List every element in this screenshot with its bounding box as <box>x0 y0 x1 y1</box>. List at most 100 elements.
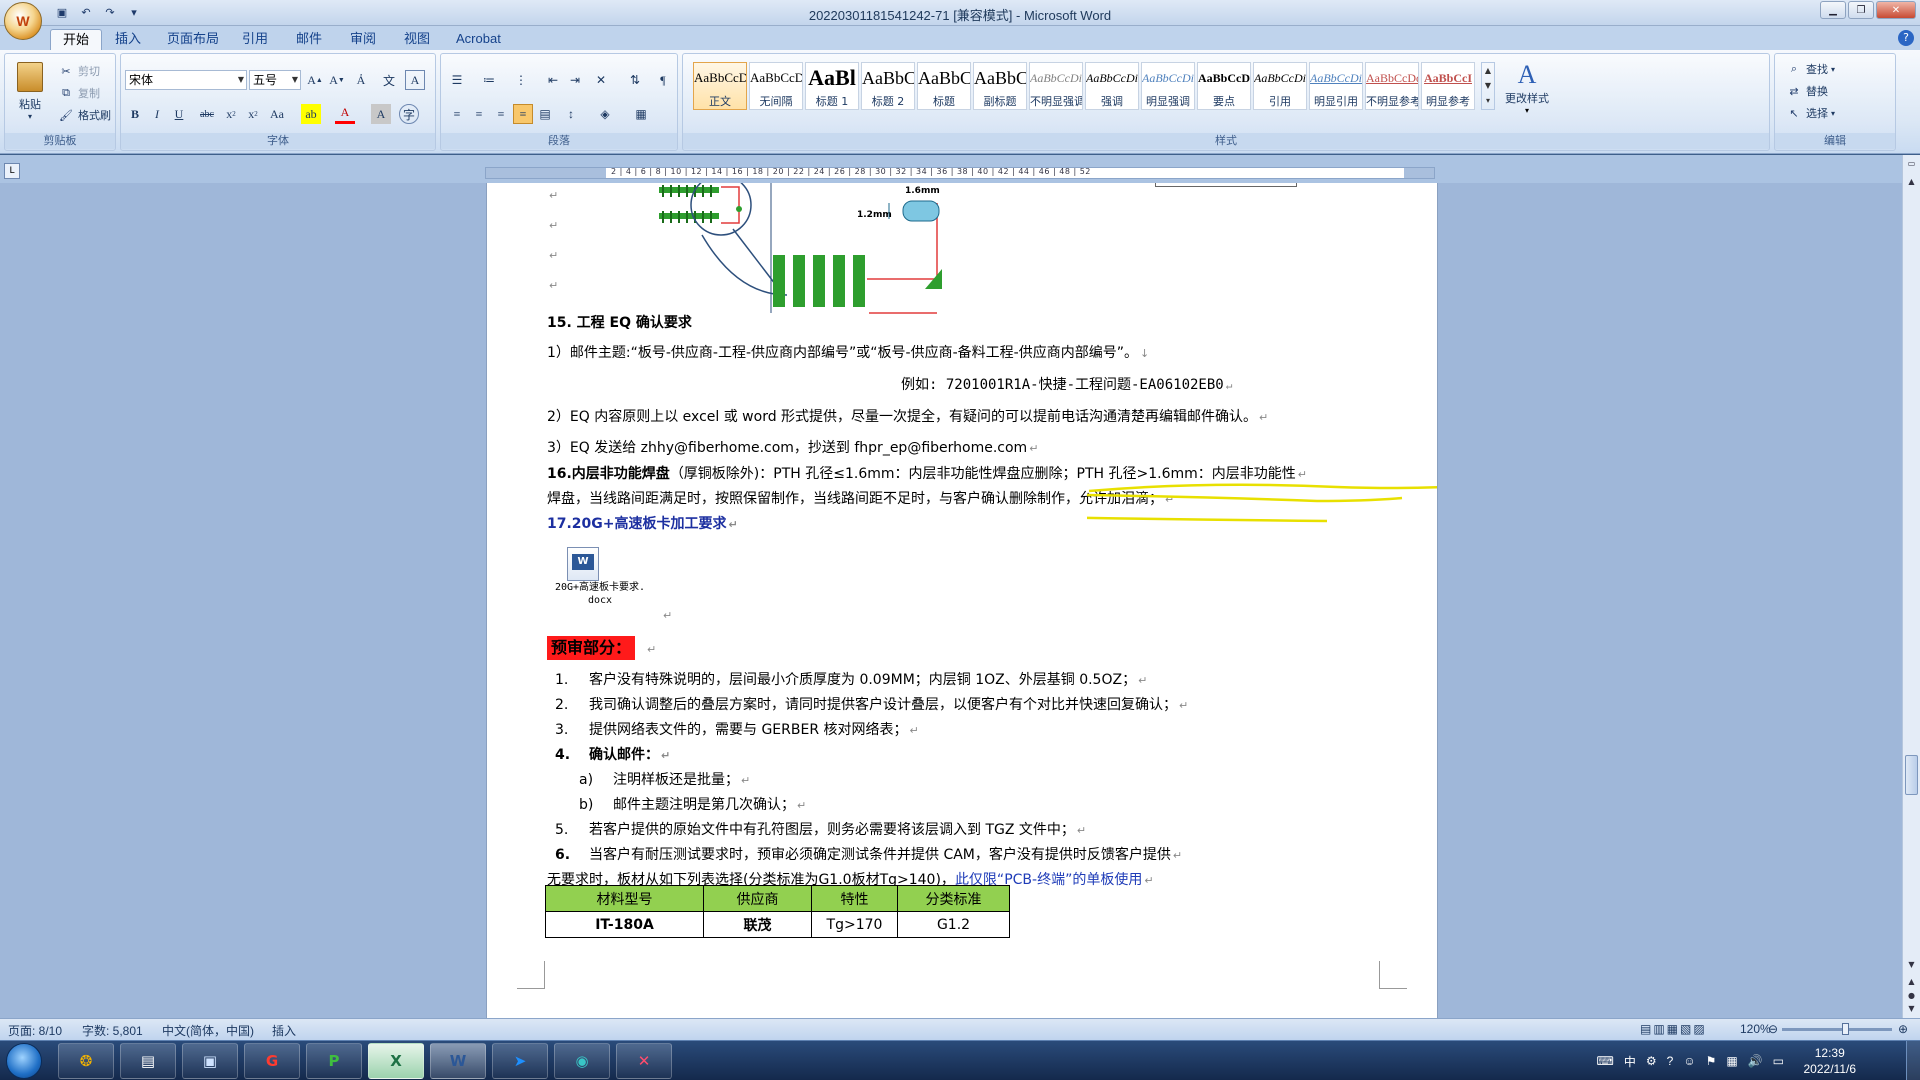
tab-insert[interactable]: 插入 <box>103 29 153 50</box>
styles-scroll[interactable]: ▲ ▼ ▾ <box>1481 62 1495 110</box>
grow-font-icon[interactable]: A ▲ <box>305 70 325 90</box>
zoom-level[interactable]: 120% <box>1740 1022 1771 1036</box>
table-cell[interactable]: Tg>170 <box>811 911 898 938</box>
bold-icon[interactable]: B <box>125 104 145 124</box>
volume-icon[interactable]: 🔊 <box>1748 1054 1763 1068</box>
style-heading-2[interactable]: AaBbC 标题 2 <box>861 62 915 110</box>
char-shading-icon[interactable]: A <box>371 104 391 124</box>
taskbar-app-green-icon[interactable]: P <box>306 1043 362 1079</box>
strikethrough-icon[interactable]: abc <box>197 104 217 124</box>
taskbar-app-save-icon[interactable]: ▣ <box>182 1043 238 1079</box>
word-count[interactable]: 字数: 5,801 <box>82 1022 143 1039</box>
style-heading-1[interactable]: AaBl 标题 1 <box>805 62 859 110</box>
embedded-word-file-icon[interactable]: W <box>567 547 599 581</box>
keyboard-icon[interactable]: ⌨ <box>1597 1054 1614 1068</box>
distributed-icon[interactable]: ▤ <box>535 104 555 124</box>
phonetic-guide-icon[interactable]: 文 <box>379 70 399 90</box>
view-buttons[interactable]: ▤▥▦▧▨ <box>1640 1022 1707 1036</box>
tab-home[interactable]: 开始 <box>50 29 103 50</box>
taskbar-app-shell-icon[interactable]: ❂ <box>58 1043 114 1079</box>
multilevel-list-icon[interactable]: ⋮ <box>511 70 531 90</box>
office-button[interactable]: W <box>4 2 42 40</box>
zoom-slider[interactable] <box>1782 1023 1892 1035</box>
style-no-spacing[interactable]: AaBbCcDc无间隔 <box>749 62 803 110</box>
taskbar-app-notepad-icon[interactable]: ▤ <box>120 1043 176 1079</box>
tab-acrobat[interactable]: Acrobat <box>444 29 513 50</box>
change-styles-button[interactable]: A 更改样式 ▾ <box>1501 60 1553 120</box>
subscript-icon[interactable]: x2 <box>221 104 241 124</box>
style-subtle-emphasis[interactable]: AaBbCcDi 不明显强调 <box>1029 62 1083 110</box>
zoom-in-icon[interactable]: ⊕ <box>1898 1022 1908 1036</box>
bullets-icon[interactable]: ☰ <box>447 70 467 90</box>
taskbar-app-blue-arrow-icon[interactable]: ➤ <box>492 1043 548 1079</box>
scroll-down-icon[interactable]: ▼ <box>1905 960 1918 974</box>
help-tray-icon[interactable]: ? <box>1667 1054 1674 1068</box>
help-icon[interactable]: ? <box>1898 30 1914 46</box>
scroll-up-icon[interactable]: ▲ <box>1905 177 1918 191</box>
embedded-file-name[interactable]: 20G+高速板卡要求. docx <box>545 581 655 607</box>
flag-icon[interactable]: ⚑ <box>1706 1054 1717 1068</box>
replace-button[interactable]: ⇄ 替换 <box>1785 82 1828 100</box>
font-color-icon[interactable]: A <box>335 104 355 124</box>
table-cell[interactable]: 联茂 <box>703 911 812 938</box>
find-button[interactable]: ⌕ 查找 ▾ <box>1785 60 1835 78</box>
taskbar-app-x-icon[interactable]: ✕ <box>616 1043 672 1079</box>
tab-view[interactable]: 视图 <box>392 29 442 50</box>
font-name-combo[interactable]: 宋体 ▼ <box>125 70 247 90</box>
vertical-scrollbar[interactable]: ▭ ▲ ▼ ▲ ● ▼ <box>1902 155 1920 1018</box>
maximize-button[interactable]: ❐ <box>1848 1 1874 19</box>
select-button[interactable]: ↖ 选择 ▾ <box>1785 104 1835 122</box>
style-normal[interactable]: AaBbCcDc正文 <box>693 62 747 110</box>
document-page[interactable]: 1.6mm 1.2mm ↵ ↵ ↵ ↵ 15. 工程 EQ 确认要求 1）邮件主… <box>486 183 1438 1018</box>
format-painter-button[interactable]: 🖌 格式刷 <box>57 106 111 124</box>
font-size-combo[interactable]: 五号 ▼ <box>249 70 301 90</box>
style-intense-quote[interactable]: AaBbCcDi 明显引用 <box>1309 62 1363 110</box>
scroll-thumb[interactable] <box>1905 755 1918 795</box>
next-page-icon[interactable]: ▼ <box>1905 1004 1918 1018</box>
shading-icon[interactable]: ◈ <box>595 104 615 124</box>
borders-icon[interactable]: ▦ <box>631 104 651 124</box>
show-desktop-button[interactable] <box>1906 1041 1920 1080</box>
style-subtle-reference[interactable]: AaBbCcDd 不明显参考 <box>1365 62 1419 110</box>
ruler-tab-selector[interactable]: L <box>4 163 20 179</box>
minimize-button[interactable]: ▁ <box>1820 1 1846 19</box>
insert-mode[interactable]: 插入 <box>272 1022 296 1039</box>
tab-page-layout[interactable]: 页面布局 <box>155 29 231 50</box>
line-spacing-icon[interactable]: ↕ <box>561 104 581 124</box>
ruler-toggle-icon[interactable]: ▭ <box>1905 159 1918 173</box>
start-button[interactable] <box>6 1043 42 1079</box>
taskbar-app-word-icon[interactable]: W <box>430 1043 486 1079</box>
copy-button[interactable]: ⧉ 复制 <box>57 84 100 102</box>
style-subtitle[interactable]: AaBbC 副标题 <box>973 62 1027 110</box>
power-icon[interactable]: ▭ <box>1773 1054 1784 1068</box>
align-center-icon[interactable]: ≡ <box>469 104 489 124</box>
underline-icon[interactable]: U <box>169 104 189 124</box>
page-count[interactable]: 页面: 8/10 <box>8 1022 62 1039</box>
justify-icon[interactable]: ≡ <box>513 104 533 124</box>
numbering-icon[interactable]: ≔ <box>479 70 499 90</box>
taskbar-app-excel-icon[interactable]: X <box>368 1043 424 1079</box>
align-left-icon[interactable]: ≡ <box>447 104 467 124</box>
style-intense-reference[interactable]: AaBbCcI 明显参考 <box>1421 62 1475 110</box>
shrink-font-icon[interactable]: A ▼ <box>327 70 347 90</box>
browse-object-icon[interactable]: ● <box>1905 991 1918 1005</box>
zoom-out-icon[interactable]: ⊖ <box>1768 1022 1778 1036</box>
table-cell[interactable]: IT-180A <box>545 911 704 938</box>
tab-review[interactable]: 审阅 <box>338 29 388 50</box>
change-case-icon[interactable]: Aa <box>267 104 287 124</box>
sort-icon[interactable]: ⇅ <box>625 70 645 90</box>
style-intense-emphasis[interactable]: AaBbCcDi 明显强调 <box>1141 62 1195 110</box>
user-icon[interactable]: ☺ <box>1683 1054 1695 1068</box>
tab-references[interactable]: 引用 <box>230 29 280 50</box>
horizontal-ruler[interactable]: 2 | 4 | 6 | 8 | 10 | 12 | 14 | 16 | 18 |… <box>485 167 1435 179</box>
chinese-layout-icon[interactable]: ✕ <box>591 70 611 90</box>
style-strong[interactable]: AaBbCcD 要点 <box>1197 62 1251 110</box>
increase-indent-icon[interactable]: ⇥ <box>565 70 585 90</box>
clear-format-icon[interactable]: Ả <box>351 70 371 90</box>
highlight-icon[interactable]: ab <box>301 104 321 124</box>
show-marks-icon[interactable]: ¶ <box>653 70 673 90</box>
table-cell[interactable]: G1.2 <box>897 911 1010 938</box>
tab-mailings[interactable]: 邮件 <box>284 29 334 50</box>
align-right-icon[interactable]: ≡ <box>491 104 511 124</box>
enclose-char-icon[interactable]: 字 <box>399 104 419 124</box>
